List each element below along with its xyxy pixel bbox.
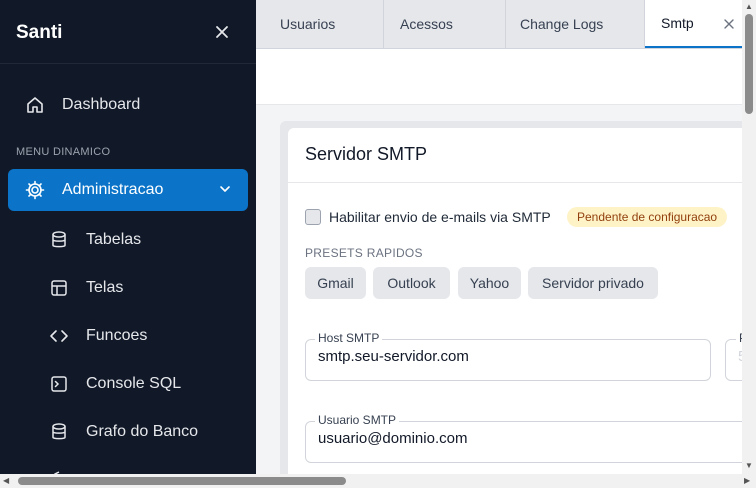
sidebar-item-label: Funcoes [86,327,148,344]
sidebar-item-label: Dashboard [62,96,141,113]
usuario-smtp-value: usuario@dominio.com [318,430,468,447]
card-divider [288,182,742,183]
sidebar-item-label: Tabelas [86,231,142,248]
sidebar-item-label: Administracao [62,181,164,198]
scroll-up-icon[interactable]: ▲ [745,2,753,12]
sidebar-item-label: Console SQL [86,375,182,392]
sidebar-item-telas[interactable]: Telas [8,267,248,309]
close-tab-icon[interactable] [723,17,735,29]
preset-outlook-button[interactable]: Outlook [373,267,450,299]
close-sidebar-icon[interactable] [212,22,232,42]
sidebar-item-console-sql[interactable]: Console SQL [8,363,248,405]
smtp-card: Servidor SMTP Habilitar envio de e-mails… [288,128,742,474]
database-icon [48,421,70,443]
host-smtp-label: Host SMTP [315,331,383,345]
vertical-scroll-thumb[interactable] [745,14,753,114]
database-icon [48,229,70,251]
port-smtp-field[interactable]: P 5 [725,331,742,381]
scroll-right-icon[interactable]: ▶ [744,476,750,486]
preset-servidor-privado-button[interactable]: Servidor privado [528,267,658,299]
tab-bar: Usuarios Acessos Change Logs Smtp [256,0,742,49]
host-smtp-value: smtp.seu-servidor.com [318,348,469,365]
sidebar-item-tabelas[interactable]: Tabelas [8,219,248,261]
home-icon [24,94,46,116]
enable-smtp-label[interactable]: Habilitar envio de e-mails via SMTP [329,209,551,225]
sidebar: Santi Dashboard MENU DINAMICO Administra… [0,0,256,474]
host-smtp-field[interactable]: Host SMTP smtp.seu-servidor.com [305,331,711,381]
sidebar-divider [0,63,256,64]
app-brand: Santi [16,22,63,43]
section-label: MENU DINAMICO [16,146,111,158]
horizontal-scrollbar[interactable]: ◀ ▶ [0,474,756,488]
sidebar-item-partial[interactable] [8,459,248,474]
vertical-scrollbar[interactable]: ▲ ▼ [742,0,756,474]
tab-usuarios[interactable]: Usuarios [256,0,384,48]
card-title: Servidor SMTP [305,144,428,164]
terminal-icon [48,373,70,395]
usuario-smtp-label: Usuario SMTP [315,413,400,427]
sidebar-item-funcoes[interactable]: Funcoes [8,315,248,357]
sidebar-item-administracao[interactable]: Administracao [8,169,248,211]
scroll-down-icon[interactable]: ▼ [745,461,753,471]
layout-icon [48,277,70,299]
sidebar-item-label: Grafo do Banco [86,423,199,440]
usuario-smtp-field[interactable]: Usuario SMTP usuario@dominio.com [305,413,742,463]
chevron-down-icon [218,182,232,196]
tab-smtp[interactable]: Smtp [645,0,742,48]
tab-label: Acessos [400,16,453,32]
enable-smtp-checkbox[interactable] [305,209,321,225]
code-icon [48,325,70,347]
preset-yahoo-button[interactable]: Yahoo [458,267,521,299]
gear-icon [24,179,46,201]
toolbar-area [256,49,742,105]
sidebar-item-grafo-do-banco[interactable]: Grafo do Banco [8,411,248,453]
presets-label: PRESETS RAPIDOS [305,246,423,260]
tab-change-logs[interactable]: Change Logs [506,0,645,48]
tab-label: Usuarios [280,16,336,32]
tab-label: Smtp [661,15,694,31]
sidebar-item-dashboard[interactable]: Dashboard [8,84,248,126]
scroll-left-icon[interactable]: ◀ [3,476,9,486]
sidebar-item-label: Telas [86,279,124,296]
horizontal-scroll-thumb[interactable] [18,477,346,485]
preset-gmail-button[interactable]: Gmail [305,267,366,299]
tab-acessos[interactable]: Acessos [384,0,506,48]
status-badge: Pendente de configuracao [567,207,728,227]
tab-label: Change Logs [520,16,604,32]
